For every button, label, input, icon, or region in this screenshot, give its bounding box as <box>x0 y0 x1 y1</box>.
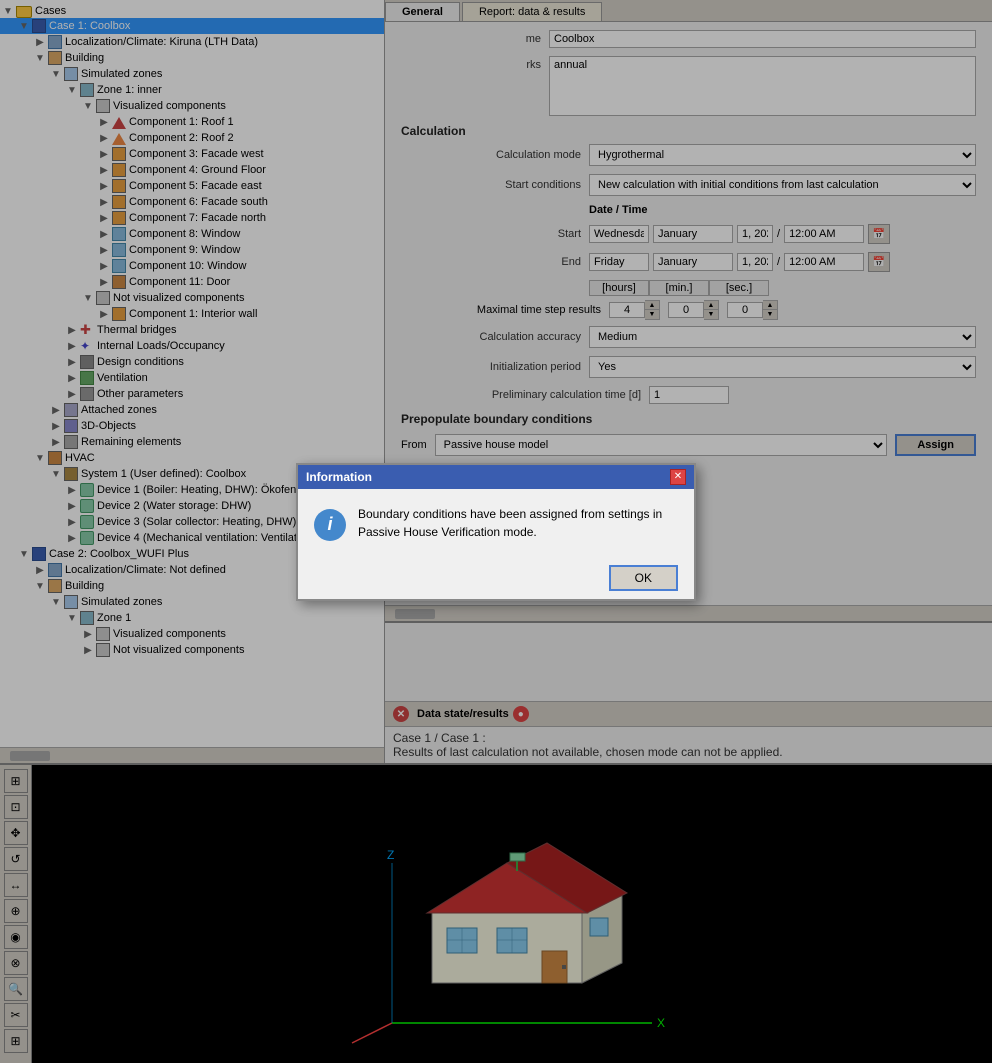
modal-footer: OK <box>298 557 694 599</box>
modal-overlay[interactable]: Information ✕ i Boundary conditions have… <box>0 0 992 1063</box>
modal-body: i Boundary conditions have been assigned… <box>298 489 694 557</box>
modal-title: Information <box>306 470 372 484</box>
modal-message: Boundary conditions have been assigned f… <box>358 505 678 541</box>
ok-button[interactable]: OK <box>609 565 678 591</box>
modal-dialog: Information ✕ i Boundary conditions have… <box>296 463 696 601</box>
modal-titlebar: Information ✕ <box>298 465 694 489</box>
modal-close-button[interactable]: ✕ <box>670 469 686 485</box>
modal-info-icon: i <box>314 509 346 541</box>
